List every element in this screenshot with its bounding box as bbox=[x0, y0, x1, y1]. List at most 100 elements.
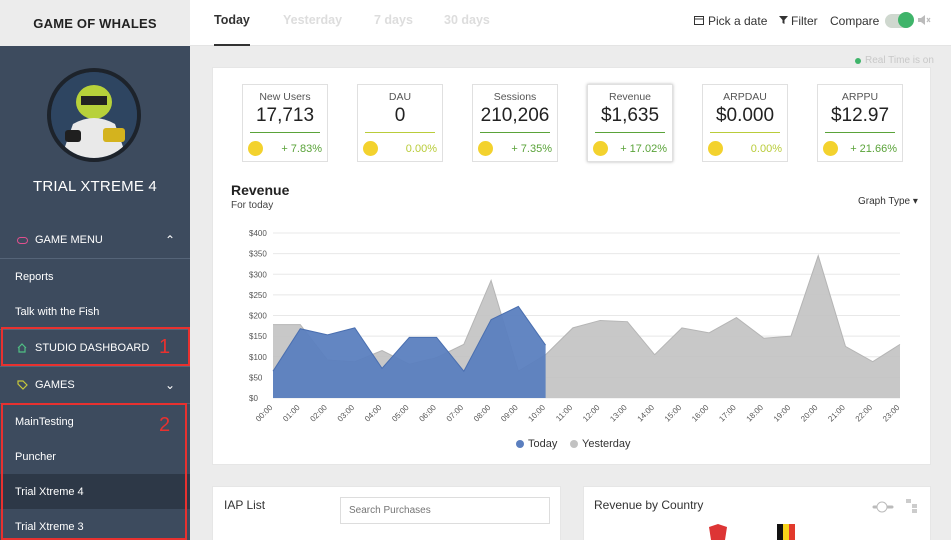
y-tick-label: $200 bbox=[249, 312, 267, 321]
x-tick-label: 00:00 bbox=[254, 403, 275, 424]
kpi-change: + 7.35% bbox=[511, 143, 552, 155]
graph-type-dropdown[interactable]: Graph Type ▾ bbox=[858, 196, 918, 207]
legend-swatch bbox=[516, 440, 524, 448]
x-tick-label: 15:00 bbox=[663, 403, 684, 424]
sidebar-item-trial-xtreme-4[interactable]: Trial Xtreme 4 bbox=[0, 474, 190, 509]
pick-date-label: Pick a date bbox=[708, 14, 768, 28]
x-tick-label: 14:00 bbox=[636, 403, 657, 424]
caret-down-icon: ▾ bbox=[912, 196, 918, 207]
x-tick-label: 18:00 bbox=[745, 403, 766, 424]
game-avatar bbox=[47, 68, 141, 162]
kpi-divider bbox=[250, 132, 320, 133]
graph-type-label: Graph Type bbox=[858, 196, 911, 207]
compare-label: Compare bbox=[830, 14, 880, 28]
kpi-divider bbox=[710, 132, 780, 133]
legend-label: Today bbox=[528, 438, 558, 450]
tag-icon bbox=[15, 380, 29, 390]
smiley-icon bbox=[248, 141, 263, 156]
sidebar-item-games[interactable]: GAMES ⌄ bbox=[0, 367, 190, 403]
legend-swatch bbox=[570, 440, 578, 448]
sidebar-item-trial-xtreme-3[interactable]: Trial Xtreme 3 bbox=[0, 509, 190, 540]
table-view-icon[interactable] bbox=[906, 499, 918, 518]
x-tick-label: 03:00 bbox=[336, 403, 357, 424]
x-tick-label: 09:00 bbox=[499, 403, 520, 424]
kpi-change: + 21.66% bbox=[850, 143, 897, 155]
filter-button[interactable]: Filter bbox=[779, 14, 818, 28]
kpi-value: 0 bbox=[394, 105, 406, 126]
x-tick-label: 01:00 bbox=[281, 403, 302, 424]
tab-yesterday[interactable]: Yesterday bbox=[283, 13, 342, 27]
kpi-change: 0.00% bbox=[750, 143, 782, 155]
kpi-label: ARPPU bbox=[841, 91, 879, 103]
annotation-number-1: 1 bbox=[159, 336, 171, 358]
kpi-value: 210,206 bbox=[480, 105, 550, 126]
sidebar-item-label: Talk with the Fish bbox=[15, 305, 100, 318]
mute-icon[interactable] bbox=[917, 14, 931, 26]
belgium-flag-icon bbox=[777, 524, 795, 540]
kpi-label: DAU bbox=[388, 91, 412, 103]
x-tick-label: 10:00 bbox=[526, 403, 547, 424]
tab-7-days[interactable]: 7 days bbox=[374, 13, 413, 27]
kpi-change: + 17.02% bbox=[620, 143, 667, 155]
y-tick-label: $0 bbox=[249, 394, 258, 403]
chevron-up-icon: ⌃ bbox=[164, 233, 175, 247]
search-purchases-input[interactable] bbox=[340, 497, 550, 524]
x-tick-label: 21:00 bbox=[826, 403, 847, 424]
sidebar-item-label: STUDIO DASHBOARD bbox=[35, 342, 150, 354]
y-tick-label: $150 bbox=[249, 332, 267, 341]
kpi-divider bbox=[825, 132, 895, 133]
x-tick-label: 11:00 bbox=[554, 403, 574, 423]
sidebar-menu: GAME MENU ⌃ Reports Talk with the Fish S… bbox=[0, 222, 190, 540]
view-toggle[interactable] bbox=[872, 500, 900, 519]
kpi-value: $1,635 bbox=[600, 105, 660, 126]
kpi-card-arpdau[interactable]: ARPDAU $0.000 0.00% bbox=[702, 84, 788, 162]
kpi-card-new-users[interactable]: New Users 17,713 + 7.83% bbox=[242, 84, 328, 162]
sidebar-item-game-menu[interactable]: GAME MENU ⌃ bbox=[0, 222, 190, 258]
legend-today[interactable]: Today bbox=[516, 438, 557, 450]
pick-date-button[interactable]: Pick a date bbox=[694, 14, 767, 28]
revenue-subtitle: For today bbox=[231, 200, 274, 211]
realtime-label: Real Time is on bbox=[865, 55, 934, 66]
iap-list-title: IAP List bbox=[224, 498, 266, 512]
kpi-label: Revenue bbox=[608, 91, 652, 103]
revenue-chart: $0 $50 $100 $150 $200 $250 $300 $350 $400 00:00 01… bbox=[249, 229, 902, 424]
legend-yesterday[interactable]: Yesterday bbox=[570, 438, 631, 450]
sidebar-item-reports[interactable]: Reports bbox=[0, 259, 190, 294]
kpi-change: + 7.83% bbox=[281, 143, 322, 155]
x-tick-label: 05:00 bbox=[390, 403, 411, 424]
kpi-divider bbox=[595, 132, 665, 133]
smiley-icon bbox=[363, 141, 378, 156]
sidebar-item-label: Trial Xtreme 4 bbox=[15, 485, 84, 498]
kpi-card-sessions[interactable]: Sessions 210,206 + 7.35% bbox=[472, 84, 558, 162]
x-tick-label: 07:00 bbox=[445, 403, 466, 424]
brand-title: GAME OF WHALES bbox=[0, 0, 190, 46]
y-tick-label: $100 bbox=[249, 353, 267, 362]
compare-control: Compare bbox=[830, 12, 915, 28]
smiley-icon bbox=[708, 141, 723, 156]
x-tick-label: 17:00 bbox=[717, 403, 738, 424]
top-bar: Today Yesterday 7 days 30 days Pick a da… bbox=[190, 0, 951, 46]
kpi-value: 17,713 bbox=[255, 105, 315, 126]
kpi-value: $0.000 bbox=[715, 105, 775, 126]
kpi-card-arppu[interactable]: ARPPU $12.97 + 21.66% bbox=[817, 84, 903, 162]
legend-label: Yesterday bbox=[582, 438, 631, 450]
tab-30-days[interactable]: 30 days bbox=[444, 13, 490, 27]
series-area-today bbox=[273, 306, 546, 398]
calendar-icon bbox=[694, 14, 704, 28]
kpi-label: Sessions bbox=[493, 91, 537, 103]
sidebar-item-label: MainTesting bbox=[15, 415, 74, 428]
kpi-card-dau[interactable]: DAU 0 0.00% bbox=[357, 84, 443, 162]
chevron-down-icon: ⌄ bbox=[164, 378, 175, 392]
filter-label: Filter bbox=[791, 14, 818, 28]
sidebar-item-talk-with-the-fish[interactable]: Talk with the Fish bbox=[0, 294, 190, 329]
sidebar-item-label: GAME MENU bbox=[35, 234, 103, 246]
sidebar: GAME OF WHALES TRIAL XTREME 4 GAME MENU … bbox=[0, 0, 190, 540]
compare-toggle[interactable] bbox=[885, 12, 915, 28]
realtime-status: Real Time is on bbox=[855, 55, 934, 66]
x-tick-label: 16:00 bbox=[690, 403, 711, 424]
kpi-label: New Users bbox=[259, 91, 311, 103]
kpi-card-revenue[interactable]: Revenue $1,635 + 17.02% bbox=[587, 84, 673, 162]
sidebar-item-puncher[interactable]: Puncher bbox=[0, 439, 190, 474]
kpi-label: ARPDAU bbox=[723, 91, 767, 103]
tab-today[interactable]: Today bbox=[214, 13, 250, 27]
